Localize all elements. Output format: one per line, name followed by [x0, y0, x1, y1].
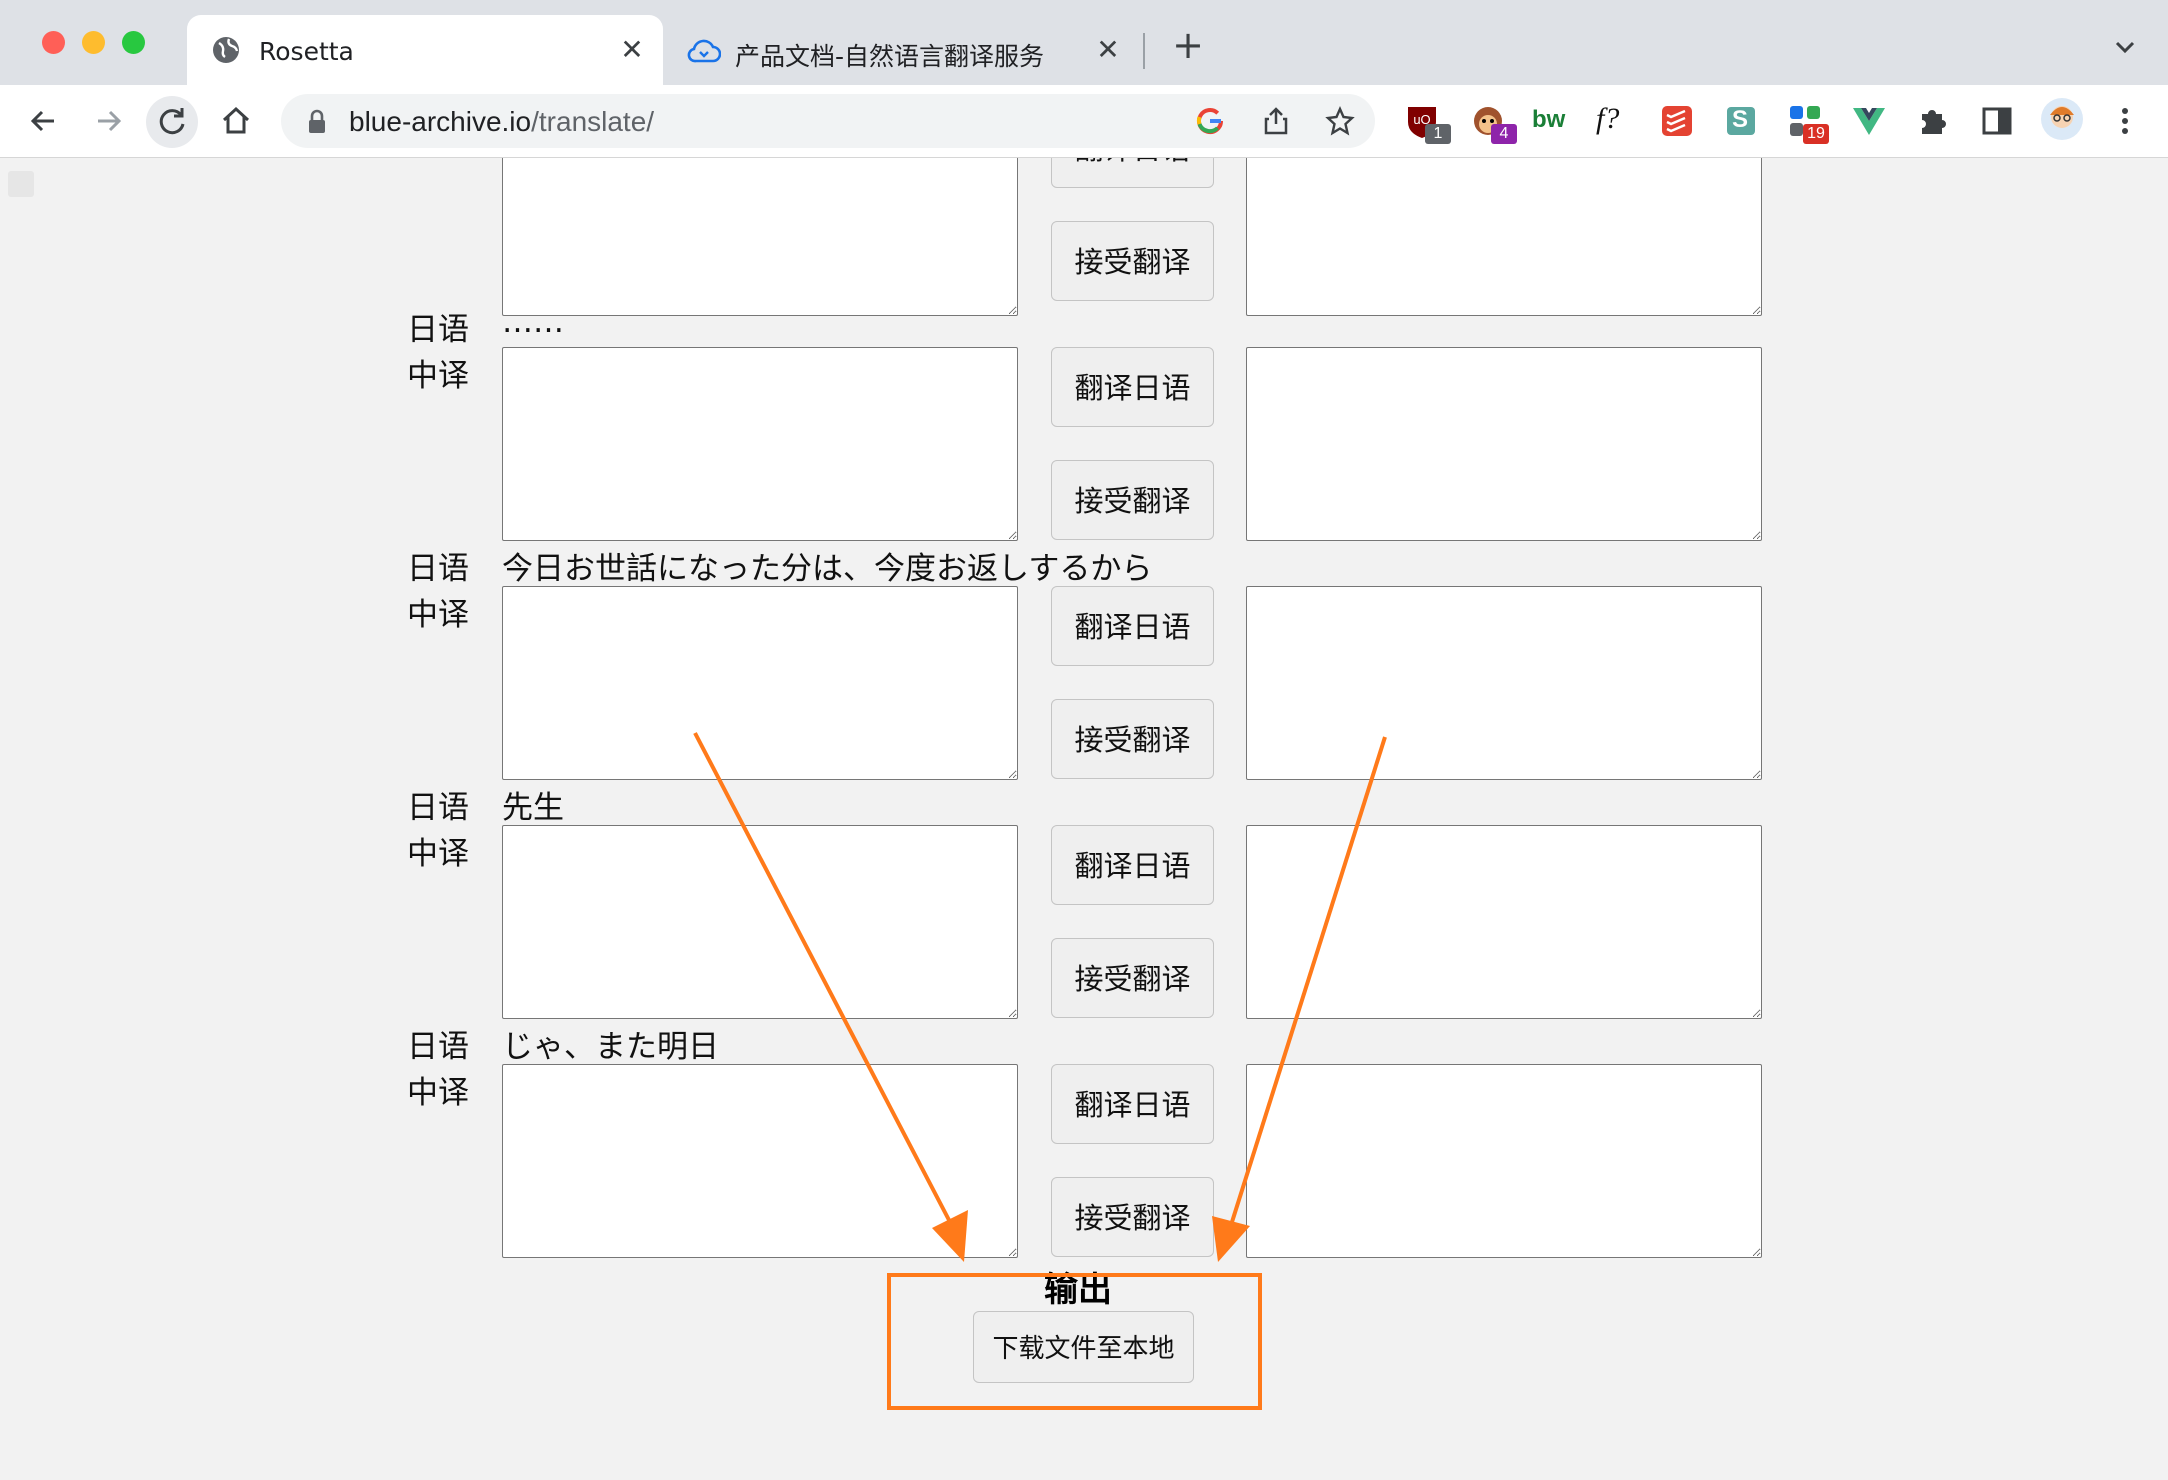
minimize-window-button[interactable] [82, 31, 105, 54]
reload-button[interactable] [146, 96, 198, 148]
chinese-translation-input[interactable] [502, 158, 1018, 316]
japanese-source-text: 先生 [502, 790, 564, 826]
vue-icon[interactable] [1850, 102, 1888, 140]
tab-title: Rosetta [259, 37, 354, 66]
machine-translation-output[interactable] [1246, 347, 1762, 541]
chinese-translation-input[interactable] [502, 825, 1018, 1019]
apps-icon[interactable]: 19 [1786, 102, 1829, 144]
menu-icon[interactable] [2106, 102, 2144, 140]
machine-translation-output[interactable] [1246, 1064, 1762, 1258]
bookmark-star-icon[interactable] [1325, 106, 1355, 136]
url-text: blue-archive.io/translate/ [349, 106, 654, 138]
todoist-icon[interactable] [1658, 102, 1696, 140]
sidepanel-icon[interactable] [1978, 102, 2016, 140]
tab-strip: Rosetta ✕ 产品文档-自然语言翻译服务 ✕ + [0, 0, 2168, 85]
extension-badge: 19 [1803, 124, 1829, 144]
chinese-label: 中译 [407, 836, 469, 872]
accept-translation-button[interactable]: 接受翻译 [1051, 1177, 1214, 1257]
sidebar-toggle[interactable] [8, 171, 34, 197]
japanese-label: 日语 [407, 790, 469, 826]
close-window-button[interactable] [42, 31, 65, 54]
japanese-label: 日语 [407, 551, 469, 587]
s-label: S [1732, 106, 1749, 133]
machine-translation-output[interactable] [1246, 158, 1762, 316]
accept-translation-button[interactable]: 接受翻译 [1051, 460, 1214, 540]
translate-japanese-button[interactable]: 翻译日语 [1051, 1064, 1214, 1144]
cloud-icon [687, 37, 722, 65]
extension-badge: 4 [1491, 124, 1517, 144]
chinese-label: 中译 [407, 358, 469, 394]
chinese-label: 中译 [407, 597, 469, 633]
home-button[interactable] [216, 101, 256, 141]
accept-translation-button[interactable]: 接受翻译 [1051, 938, 1214, 1018]
forward-button[interactable] [88, 101, 128, 141]
back-button[interactable] [24, 101, 64, 141]
machine-translation-output[interactable] [1246, 825, 1762, 1019]
machine-translation-output[interactable] [1246, 586, 1762, 780]
bw-label: bw [1532, 106, 1566, 133]
close-tab-icon[interactable]: ✕ [1093, 35, 1123, 65]
globe-icon [211, 35, 241, 65]
accept-translation-button[interactable]: 接受翻译 [1051, 221, 1214, 301]
japanese-source-text: …… [502, 304, 564, 340]
translate-japanese-button[interactable]: 翻译日语 [1051, 825, 1214, 905]
puzzle-icon[interactable] [1914, 102, 1952, 140]
chinese-label: 中译 [407, 1075, 469, 1111]
chinese-translation-input[interactable] [502, 347, 1018, 541]
url-path: /translate/ [531, 106, 655, 137]
google-icon[interactable] [1195, 106, 1225, 136]
s-icon[interactable]: S [1722, 102, 1760, 140]
share-icon[interactable] [1261, 106, 1291, 136]
maximize-window-button[interactable] [122, 31, 145, 54]
japanese-source-text: 今日お世話になった分は、今度お返しするから [502, 551, 1153, 587]
tab-docs[interactable]: 产品文档-自然语言翻译服务 ✕ [663, 15, 1143, 85]
accept-translation-button[interactable]: 接受翻译 [1051, 699, 1214, 779]
new-tab-button[interactable]: + [1170, 26, 1206, 64]
lock-icon [306, 109, 328, 135]
font-label: f? [1596, 102, 1620, 135]
chevron-down-icon[interactable] [2108, 30, 2142, 64]
close-tab-icon[interactable]: ✕ [617, 35, 647, 65]
chinese-translation-input[interactable] [502, 1064, 1018, 1258]
translate-japanese-button[interactable]: 翻译日语 [1051, 158, 1214, 188]
tab-rosetta[interactable]: Rosetta ✕ [187, 15, 663, 85]
chinese-translation-input[interactable] [502, 586, 1018, 780]
browser-toolbar: blue-archive.io/translate/ uO 1 4 bw f? … [0, 85, 2168, 158]
tab-title: 产品文档-自然语言翻译服务 [735, 42, 1045, 71]
avatar-icon[interactable] [2040, 97, 2084, 141]
bw-icon[interactable]: bw [1530, 102, 1568, 140]
tab-separator [1143, 33, 1145, 69]
font-icon[interactable]: f? [1594, 102, 1632, 140]
translate-japanese-button[interactable]: 翻译日语 [1051, 586, 1214, 666]
japanese-label: 日语 [407, 1029, 469, 1065]
address-bar[interactable]: blue-archive.io/translate/ [281, 94, 1375, 148]
highlight-box [887, 1273, 1262, 1410]
translate-japanese-button[interactable]: 翻译日语 [1051, 347, 1214, 427]
monkey-icon[interactable]: 4 [1469, 102, 1517, 144]
japanese-source-text: じゃ、また明日 [502, 1029, 719, 1065]
extension-badge: 1 [1425, 124, 1451, 144]
url-host: blue-archive.io [349, 106, 532, 137]
ublock-icon[interactable]: uO 1 [1403, 102, 1451, 144]
japanese-label: 日语 [407, 312, 469, 348]
